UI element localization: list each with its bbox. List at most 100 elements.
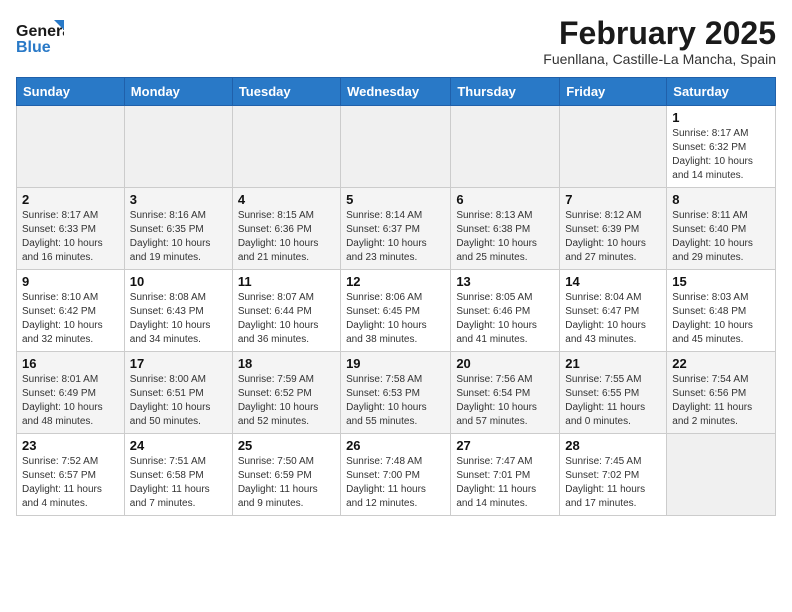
calendar-cell: 27 Sunrise: 7:47 AM Sunset: 7:01 PM Dayli… [451,434,560,516]
day-info: Sunrise: 7:54 AM Sunset: 6:56 PM Dayligh… [672,373,770,429]
day-number: 28 [565,438,661,453]
calendar-cell: 3 Sunrise: 8:16 AM Sunset: 6:35 PM Daylig… [124,188,232,270]
day-info: Sunrise: 8:03 AM Sunset: 6:48 PM Dayligh… [672,291,770,347]
day-number: 4 [238,192,335,207]
calendar-cell: 20Sunrise: 7:56 AM Sunset: 6:54 PM Dayli… [451,352,560,434]
svg-text:General: General [16,23,64,40]
day-info: Sunrise: 8:12 AM Sunset: 6:39 PM Dayligh… [565,209,661,265]
calendar-cell: 6Sunrise: 8:13 AM Sunset: 6:38 PM Daylig… [451,188,560,270]
calendar-cell: 24 Sunrise: 7:51 AM Sunset: 6:58 PM Dayli… [124,434,232,516]
calendar-cell: 7Sunrise: 8:12 AM Sunset: 6:39 PM Daylig… [560,188,667,270]
calendar-cell: 16 Sunrise: 8:01 AM Sunset: 6:49 PM Dayli… [17,352,125,434]
day-info: Sunrise: 8:07 AM Sunset: 6:44 PM Dayligh… [238,291,335,347]
day-number: 25 [238,438,335,453]
day-info: Sunrise: 7:51 AM Sunset: 6:58 PM Dayligh… [130,455,227,511]
day-info: Sunrise: 8:00 AM Sunset: 6:51 PM Dayligh… [130,373,227,429]
day-info: Sunrise: 7:58 AM Sunset: 6:53 PM Dayligh… [346,373,445,429]
day-number: 14 [565,274,661,289]
day-info: Sunrise: 8:01 AM Sunset: 6:49 PM Dayligh… [22,373,119,429]
weekday-header-wednesday: Wednesday [341,78,451,106]
day-info: Sunrise: 7:47 AM Sunset: 7:01 PM Dayligh… [456,455,554,511]
calendar-week-4: 16 Sunrise: 8:01 AM Sunset: 6:49 PM Dayli… [17,352,776,434]
day-info: Sunrise: 8:17 AM Sunset: 6:32 PM Dayligh… [672,127,770,183]
day-number: 12 [346,274,445,289]
day-number: 11 [238,274,335,289]
weekday-header-saturday: Saturday [667,78,776,106]
day-info: Sunrise: 7:45 AM Sunset: 7:02 PM Dayligh… [565,455,661,511]
day-number: 3 [130,192,227,207]
day-info: Sunrise: 7:55 AM Sunset: 6:55 PM Dayligh… [565,373,661,429]
calendar-cell: 2 Sunrise: 8:17 AM Sunset: 6:33 PM Daylig… [17,188,125,270]
day-number: 5 [346,192,445,207]
day-number: 1 [672,110,770,125]
page-header: General Blue February 2025 Fuenllana, Ca… [16,16,776,67]
logo-icon: General Blue [16,16,64,56]
calendar-cell [17,106,125,188]
calendar-week-5: 23 Sunrise: 7:52 AM Sunset: 6:57 PM Dayli… [17,434,776,516]
day-number: 23 [22,438,119,453]
day-number: 18 [238,356,335,371]
day-info: Sunrise: 8:11 AM Sunset: 6:40 PM Dayligh… [672,209,770,265]
calendar-cell: 18 Sunrise: 7:59 AM Sunset: 6:52 PM Dayli… [232,352,340,434]
calendar-cell: 13 Sunrise: 8:05 AM Sunset: 6:46 PM Dayli… [451,270,560,352]
day-info: Sunrise: 7:50 AM Sunset: 6:59 PM Dayligh… [238,455,335,511]
weekday-header-tuesday: Tuesday [232,78,340,106]
weekday-header-sunday: Sunday [17,78,125,106]
weekday-header-thursday: Thursday [451,78,560,106]
day-info: Sunrise: 8:13 AM Sunset: 6:38 PM Dayligh… [456,209,554,265]
day-number: 2 [22,192,119,207]
weekday-header-row: SundayMondayTuesdayWednesdayThursdayFrid… [17,78,776,106]
calendar-table: SundayMondayTuesdayWednesdayThursdayFrid… [16,77,776,516]
page-title: February 2025 [543,16,776,51]
calendar-cell: 12 Sunrise: 8:06 AM Sunset: 6:45 PM Dayli… [341,270,451,352]
day-number: 13 [456,274,554,289]
day-number: 17 [130,356,227,371]
day-info: Sunrise: 8:06 AM Sunset: 6:45 PM Dayligh… [346,291,445,347]
calendar-cell: 25 Sunrise: 7:50 AM Sunset: 6:59 PM Dayli… [232,434,340,516]
svg-text:Blue: Blue [16,39,51,56]
calendar-week-3: 9 Sunrise: 8:10 AM Sunset: 6:42 PM Daylig… [17,270,776,352]
calendar-cell: 14 Sunrise: 8:04 AM Sunset: 6:47 PM Dayli… [560,270,667,352]
calendar-cell [124,106,232,188]
calendar-cell: 8 Sunrise: 8:11 AM Sunset: 6:40 PM Daylig… [667,188,776,270]
calendar-cell [341,106,451,188]
day-info: Sunrise: 7:59 AM Sunset: 6:52 PM Dayligh… [238,373,335,429]
calendar-cell: 15 Sunrise: 8:03 AM Sunset: 6:48 PM Dayli… [667,270,776,352]
calendar-cell: 10 Sunrise: 8:08 AM Sunset: 6:43 PM Dayli… [124,270,232,352]
calendar-cell: 26Sunrise: 7:48 AM Sunset: 7:00 PM Dayli… [341,434,451,516]
day-number: 10 [130,274,227,289]
day-number: 9 [22,274,119,289]
calendar-cell: 17 Sunrise: 8:00 AM Sunset: 6:51 PM Dayli… [124,352,232,434]
calendar-cell [667,434,776,516]
day-number: 27 [456,438,554,453]
day-info: Sunrise: 7:48 AM Sunset: 7:00 PM Dayligh… [346,455,445,511]
day-number: 15 [672,274,770,289]
day-number: 24 [130,438,227,453]
day-number: 8 [672,192,770,207]
day-info: Sunrise: 8:08 AM Sunset: 6:43 PM Dayligh… [130,291,227,347]
calendar-cell: 9 Sunrise: 8:10 AM Sunset: 6:42 PM Daylig… [17,270,125,352]
weekday-header-monday: Monday [124,78,232,106]
logo: General Blue [16,16,64,56]
calendar-cell: 22 Sunrise: 7:54 AM Sunset: 6:56 PM Dayli… [667,352,776,434]
day-info: Sunrise: 8:10 AM Sunset: 6:42 PM Dayligh… [22,291,119,347]
calendar-cell: 5Sunrise: 8:14 AM Sunset: 6:37 PM Daylig… [341,188,451,270]
day-info: Sunrise: 7:52 AM Sunset: 6:57 PM Dayligh… [22,455,119,511]
day-number: 16 [22,356,119,371]
calendar-cell: 28 Sunrise: 7:45 AM Sunset: 7:02 PM Dayli… [560,434,667,516]
day-info: Sunrise: 8:05 AM Sunset: 6:46 PM Dayligh… [456,291,554,347]
calendar-cell: 21 Sunrise: 7:55 AM Sunset: 6:55 PM Dayli… [560,352,667,434]
day-info: Sunrise: 8:17 AM Sunset: 6:33 PM Dayligh… [22,209,119,265]
calendar-week-2: 2 Sunrise: 8:17 AM Sunset: 6:33 PM Daylig… [17,188,776,270]
calendar-cell [451,106,560,188]
day-info: Sunrise: 8:16 AM Sunset: 6:35 PM Dayligh… [130,209,227,265]
day-info: Sunrise: 8:04 AM Sunset: 6:47 PM Dayligh… [565,291,661,347]
calendar-week-1: 1 Sunrise: 8:17 AM Sunset: 6:32 PM Daylig… [17,106,776,188]
calendar-cell: 19Sunrise: 7:58 AM Sunset: 6:53 PM Dayli… [341,352,451,434]
title-block: February 2025 Fuenllana, Castille-La Man… [543,16,776,67]
day-number: 21 [565,356,661,371]
calendar-cell: 1 Sunrise: 8:17 AM Sunset: 6:32 PM Daylig… [667,106,776,188]
day-number: 22 [672,356,770,371]
calendar-cell: 11 Sunrise: 8:07 AM Sunset: 6:44 PM Dayli… [232,270,340,352]
day-info: Sunrise: 8:15 AM Sunset: 6:36 PM Dayligh… [238,209,335,265]
